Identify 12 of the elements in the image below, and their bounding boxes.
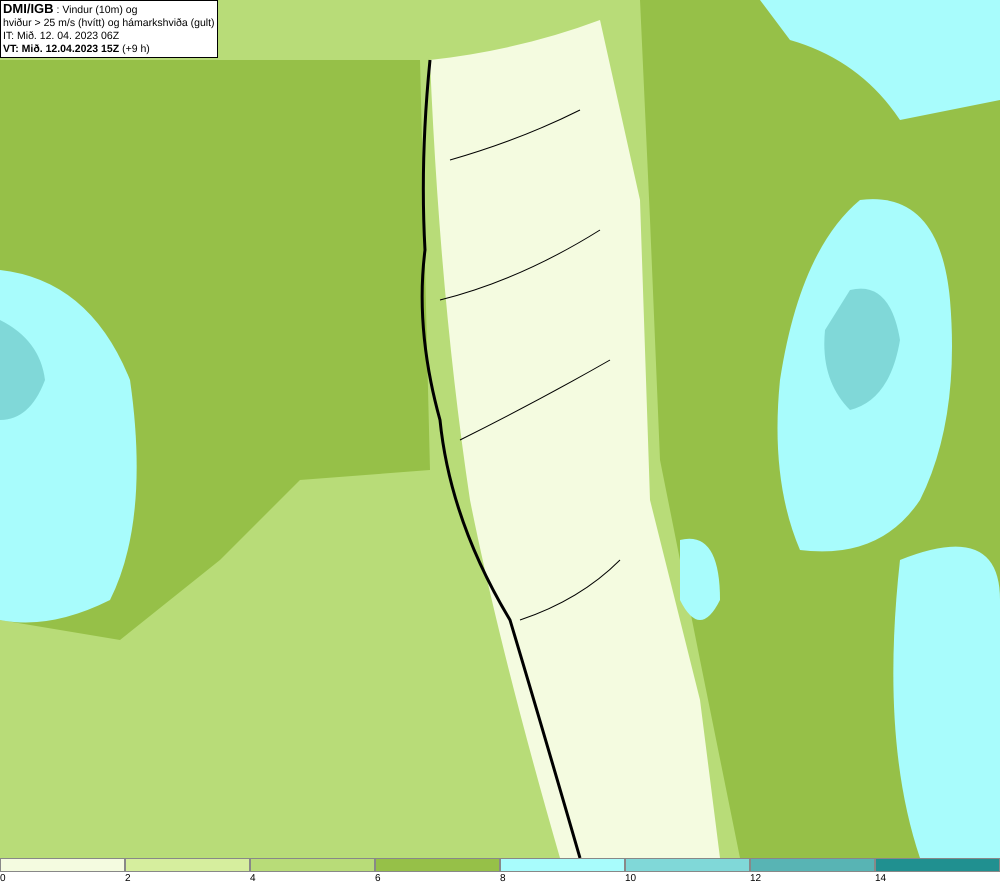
map-title: DMI/IGB : Vindur (10m) og	[3, 2, 138, 17]
legend-label: 4	[250, 872, 256, 886]
legend-label: 14	[875, 872, 886, 886]
legend-label: 12	[750, 872, 762, 886]
initial-time: IT: Mið. 12. 04. 2023 06Z	[3, 30, 120, 43]
legend-label: 0	[0, 872, 6, 886]
map-subtitle: hviður > 25 m/s (hvítt) og hámarkshviða (gult)	[3, 17, 215, 30]
valid-time: VT: Mið. 12.04.2023 15Z (+9 h)	[3, 43, 151, 56]
legend-label: 2	[125, 872, 131, 886]
legend-label: 8	[500, 872, 506, 886]
legend-label: 10	[625, 872, 636, 886]
legend-label: 6	[375, 872, 381, 886]
